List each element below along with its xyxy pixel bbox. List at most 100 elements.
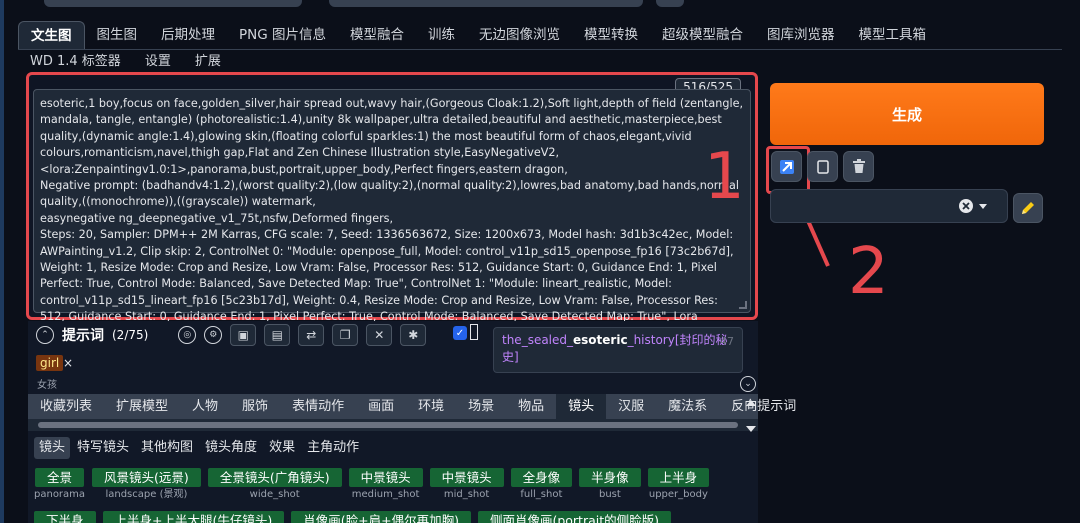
tag-label: 中景镜头 <box>429 468 504 487</box>
selected-tag-translation: 女孩 <box>37 380 57 391</box>
category-tab[interactable]: 场景 <box>456 394 506 419</box>
copy-icon[interactable]: ❐ <box>332 324 359 346</box>
tag-button[interactable]: 全景镜头(广角镜头) wide_shot <box>207 468 342 503</box>
tab-4[interactable]: 模型融合 <box>338 21 416 49</box>
prompt-textarea[interactable]: esoteric,1 boy,focus on face,golden_silv… <box>33 89 751 340</box>
tag-button[interactable]: 侧面肖像画(portrait的侧脸版) <box>477 511 672 523</box>
tab-9[interactable]: 图库浏览器 <box>755 21 847 49</box>
category-tab[interactable]: 人物 <box>180 394 230 419</box>
tab-row2-2[interactable]: 扩展 <box>183 51 233 73</box>
tag-button[interactable]: 下半身 <box>34 511 96 523</box>
vertical-scroll-arrows[interactable] <box>744 398 758 434</box>
subcategory-tab[interactable]: 效果 <box>264 437 300 459</box>
tag-button[interactable]: 全景 panorama <box>34 468 85 503</box>
selected-tag[interactable]: girl <box>36 355 64 371</box>
tag-english: upper_body <box>648 489 708 500</box>
tab-8[interactable]: 超级模型融合 <box>650 21 755 49</box>
category-tab[interactable]: 服饰 <box>230 394 280 419</box>
top-button[interactable] <box>656 0 684 7</box>
edit-styles-button[interactable] <box>1013 193 1043 223</box>
copy-button[interactable] <box>807 151 838 182</box>
checkbox-checked[interactable]: ✓ <box>453 326 467 340</box>
tab-3[interactable]: PNG 图片信息 <box>227 21 338 49</box>
tab-7[interactable]: 模型转换 <box>572 21 650 49</box>
suggestion-count: 47 <box>720 335 734 348</box>
tag-label: 风景镜头(远景) <box>92 468 201 487</box>
tag-english: mid_shot <box>443 489 490 500</box>
subcategory-tab[interactable]: 镜头角度 <box>200 437 262 459</box>
tag-label: 全景 <box>35 468 85 487</box>
tag-button[interactable]: 中景镜头 mid_shot <box>429 468 504 503</box>
tag-english: full_shot <box>520 489 563 500</box>
tab-5[interactable]: 训练 <box>416 21 467 49</box>
remove-tag-icon[interactable]: × <box>63 356 73 370</box>
tag-row-1: 全景 panorama 风景镜头(远景) landscape (景观) 全景镜头(广角镜… <box>34 468 710 503</box>
tag-count: (2/75) <box>112 328 149 342</box>
collapse-icon[interactable]: ⌃ <box>36 326 54 344</box>
image-icon[interactable]: ▣ <box>230 324 257 346</box>
tag-button[interactable]: 上半身 upper_body <box>647 468 710 503</box>
tab-row2-0[interactable]: WD 1.4 标签器 <box>18 51 133 73</box>
category-tabs: 收藏列表 扩展模型 人物 服饰 表情动作 画面 环境 场景 物品 镜头 汉服 魔法系 反向提示词 <box>28 394 796 419</box>
resize-handle[interactable] <box>739 301 747 309</box>
tag-label: 全景镜头(广角镜头) <box>207 468 342 487</box>
subcategory-tab[interactable]: 镜头 <box>34 437 71 459</box>
category-tab[interactable]: 物品 <box>506 394 556 419</box>
subcategory-tab[interactable]: 主角动作 <box>302 437 364 459</box>
category-tab[interactable]: 魔法系 <box>656 394 719 419</box>
clear-icon[interactable] <box>959 199 973 213</box>
tab-2[interactable]: 后期处理 <box>149 21 227 49</box>
tab-row2-1[interactable]: 设置 <box>133 51 183 73</box>
chevron-down-icon <box>979 204 987 209</box>
tag-english: bust <box>598 489 621 500</box>
category-tab[interactable]: 镜头 <box>556 394 607 419</box>
top-dropdown-2[interactable] <box>329 0 643 7</box>
subcategory-tab[interactable]: 其他构图 <box>136 437 198 459</box>
trash-icon <box>852 159 865 173</box>
globe-icon[interactable]: ◎ <box>178 326 197 344</box>
tag-row-2: 下半身 上半身+上半大腿(牛仔镜头) 肖像画(脸+肩+偶尔再加胸) 侧面肖像画(por… <box>34 511 672 523</box>
tag-label: 侧面肖像画(portrait的侧脸版) <box>477 511 672 523</box>
bookmark-icon[interactable]: ▤ <box>264 324 291 346</box>
tag-label: 肖像画(脸+肩+偶尔再加胸) <box>291 511 471 523</box>
category-tab[interactable]: 环境 <box>406 394 456 419</box>
category-tab[interactable]: 汉服 <box>606 394 656 419</box>
tag-button[interactable]: 上半身+上半大腿(牛仔镜头) <box>102 511 285 523</box>
horizontal-scrollbar[interactable] <box>28 419 758 431</box>
tag-button[interactable]: 肖像画(脸+肩+偶尔再加胸) <box>291 511 471 523</box>
main-tabs-row2: WD 1.4 标签器 设置 扩展 <box>18 51 233 73</box>
settings-icon[interactable]: ⚙ <box>204 326 223 344</box>
category-tab[interactable]: 画面 <box>356 394 406 419</box>
category-tab[interactable]: 反向提示词 <box>719 394 808 419</box>
tag-button[interactable]: 全身像 full_shot <box>510 468 573 503</box>
tab-10[interactable]: 模型工具箱 <box>847 21 939 49</box>
autocomplete-popup[interactable]: the_sealed_esoteric_history[封印的秘史] 47 <box>493 327 743 373</box>
subcategory-tab[interactable]: 特写镜头 <box>72 437 134 459</box>
tag-panel-title: 提示词 <box>62 328 104 344</box>
tag-button[interactable]: 半身像 bust <box>579 468 641 503</box>
tab-0[interactable]: 文生图 <box>18 21 85 49</box>
category-tab[interactable]: 表情动作 <box>280 394 356 419</box>
generate-button[interactable]: 生成 <box>770 83 1044 145</box>
tag-english: wide_shot <box>249 489 300 500</box>
expand-icon[interactable]: ⌄ <box>740 376 756 392</box>
openai-icon[interactable]: ✱ <box>400 324 427 346</box>
tab-1[interactable]: 图生图 <box>85 21 150 49</box>
top-dropdown-1[interactable] <box>44 0 302 7</box>
tag-label: 中景镜头 <box>348 468 423 487</box>
tag-label: 上半身 <box>647 468 710 487</box>
delete-icon[interactable]: ✕ <box>366 324 393 346</box>
style-select[interactable] <box>770 189 1008 223</box>
prompt-highlight: 516/525 esoteric,1 boy,focus on face,gol… <box>26 72 758 340</box>
annotation-1: 1 <box>704 140 745 214</box>
clear-button[interactable] <box>843 151 874 182</box>
main-tabs: 文生图 图生图 后期处理 PNG 图片信息 模型融合 训练 无边图像浏览 模型转换 超级模型融合… <box>18 21 938 49</box>
tag-button[interactable]: 中景镜头 medium_shot <box>348 468 423 503</box>
ab-icon[interactable]: ⇄ <box>298 324 325 346</box>
category-tab[interactable]: 扩展模型 <box>104 394 180 419</box>
tag-english: medium_shot <box>351 489 420 500</box>
category-tab[interactable]: 收藏列表 <box>28 394 104 419</box>
tag-button[interactable]: 风景镜头(远景) landscape (景观) <box>92 468 201 503</box>
tag-label: 全身像 <box>510 468 573 487</box>
tab-6[interactable]: 无边图像浏览 <box>467 21 572 49</box>
